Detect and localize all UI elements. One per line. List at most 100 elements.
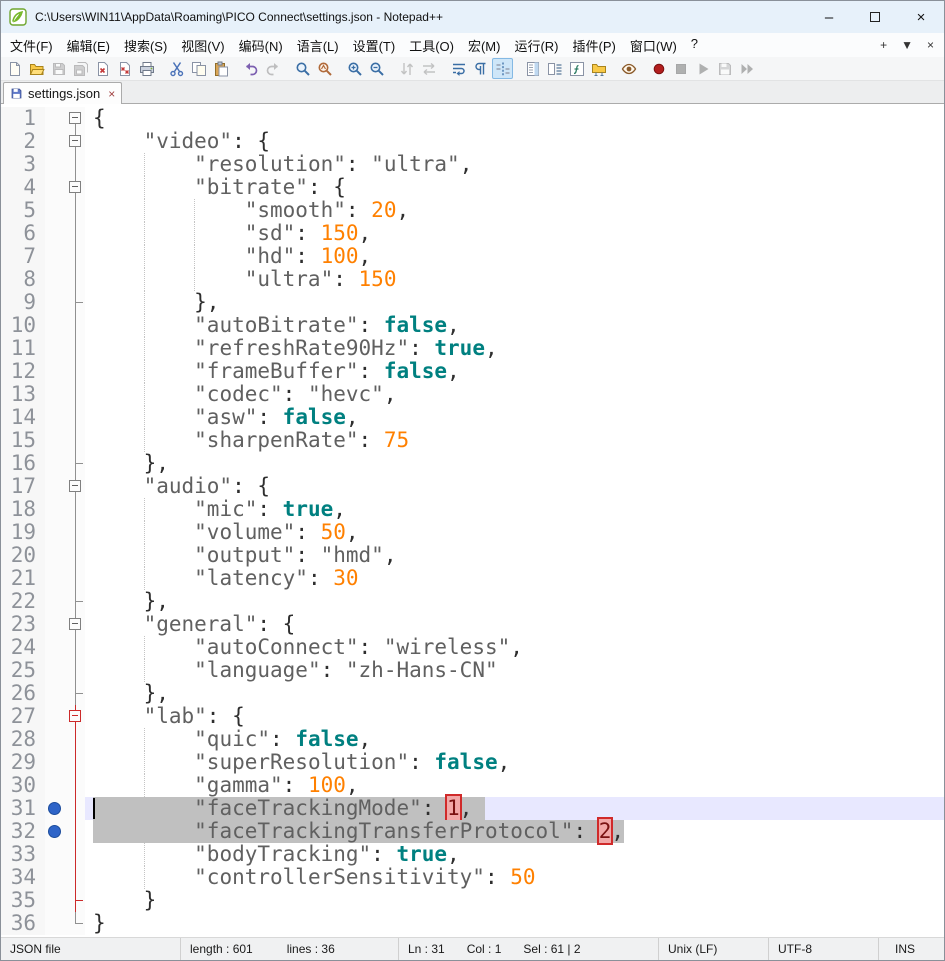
- bookmark-margin[interactable]: [45, 222, 65, 245]
- find-button[interactable]: [292, 58, 313, 79]
- bookmark-margin[interactable]: [45, 153, 65, 176]
- fold-margin[interactable]: [65, 406, 85, 429]
- menu-item-plugins[interactable]: 插件(P): [566, 34, 623, 57]
- fold-collapse-icon[interactable]: [69, 135, 81, 147]
- line-number[interactable]: 5: [1, 199, 45, 222]
- code-text[interactable]: "sharpenRate": 75: [85, 429, 944, 452]
- open-file-button[interactable]: [26, 58, 47, 79]
- fold-margin[interactable]: [65, 452, 85, 475]
- fold-margin[interactable]: [65, 360, 85, 383]
- bookmark-margin[interactable]: [45, 820, 65, 843]
- code-text[interactable]: }: [85, 889, 944, 912]
- code-text[interactable]: "bitrate": {: [85, 176, 944, 199]
- line-number[interactable]: 10: [1, 314, 45, 337]
- line-number[interactable]: 6: [1, 222, 45, 245]
- line-number[interactable]: 24: [1, 636, 45, 659]
- print-button[interactable]: [136, 58, 157, 79]
- fold-margin[interactable]: [65, 728, 85, 751]
- fold-margin[interactable]: [65, 383, 85, 406]
- bookmark-margin[interactable]: [45, 889, 65, 912]
- code-text[interactable]: "superResolution": false,: [85, 751, 944, 774]
- menu-item-window[interactable]: 窗口(W): [623, 34, 684, 57]
- bookmark-margin[interactable]: [45, 291, 65, 314]
- status-encoding[interactable]: UTF-8: [769, 938, 879, 960]
- bookmark-margin[interactable]: [45, 751, 65, 774]
- line-number[interactable]: 23: [1, 613, 45, 636]
- code-text[interactable]: "controllerSensitivity": 50: [85, 866, 944, 889]
- menu-item-run[interactable]: 运行(R): [507, 34, 565, 57]
- bookmark-margin[interactable]: [45, 383, 65, 406]
- bookmark-margin[interactable]: [45, 107, 65, 130]
- bookmark-margin[interactable]: [45, 498, 65, 521]
- code-text[interactable]: "output": "hmd",: [85, 544, 944, 567]
- line-number[interactable]: 28: [1, 728, 45, 751]
- zoom-out-button[interactable]: [366, 58, 387, 79]
- show-all-characters-button[interactable]: [470, 58, 491, 79]
- zoom-in-button[interactable]: [344, 58, 365, 79]
- fold-margin[interactable]: [65, 912, 85, 935]
- code-text[interactable]: "volume": 50,: [85, 521, 944, 544]
- status-eol-format[interactable]: Unix (LF): [659, 938, 769, 960]
- bookmark-margin[interactable]: [45, 705, 65, 728]
- fold-margin[interactable]: [65, 268, 85, 291]
- bookmark-margin[interactable]: [45, 774, 65, 797]
- line-number[interactable]: 21: [1, 567, 45, 590]
- fold-margin[interactable]: [65, 245, 85, 268]
- line-number[interactable]: 4: [1, 176, 45, 199]
- run-macro-multiple-button[interactable]: [736, 58, 757, 79]
- tab-new-button[interactable]: +: [880, 38, 887, 52]
- fold-collapse-icon[interactable]: [69, 618, 81, 630]
- redo-button[interactable]: [262, 58, 283, 79]
- save-all-button[interactable]: [70, 58, 91, 79]
- cut-button[interactable]: [166, 58, 187, 79]
- code-text[interactable]: "hd": 100,: [85, 245, 944, 268]
- line-number[interactable]: 22: [1, 590, 45, 613]
- code-text[interactable]: "resolution": "ultra",: [85, 153, 944, 176]
- line-number[interactable]: 15: [1, 429, 45, 452]
- fold-margin[interactable]: [65, 337, 85, 360]
- fold-margin[interactable]: [65, 199, 85, 222]
- line-number[interactable]: 18: [1, 498, 45, 521]
- minimize-button[interactable]: –: [806, 1, 852, 33]
- menu-item-language[interactable]: 语言(L): [290, 34, 346, 57]
- bookmark-margin[interactable]: [45, 659, 65, 682]
- fold-margin[interactable]: [65, 498, 85, 521]
- fold-margin[interactable]: [65, 567, 85, 590]
- line-number[interactable]: 29: [1, 751, 45, 774]
- fold-margin[interactable]: [65, 843, 85, 866]
- line-number[interactable]: 20: [1, 544, 45, 567]
- fold-collapse-icon[interactable]: [69, 181, 81, 193]
- code-text[interactable]: },: [85, 590, 944, 613]
- line-number[interactable]: 11: [1, 337, 45, 360]
- bookmark-margin[interactable]: [45, 797, 65, 820]
- monitoring-button[interactable]: [618, 58, 639, 79]
- code-text[interactable]: },: [85, 682, 944, 705]
- save-file-button[interactable]: [48, 58, 69, 79]
- fold-margin[interactable]: [65, 889, 85, 912]
- menu-item-tools[interactable]: 工具(O): [402, 34, 461, 57]
- indent-guide-button[interactable]: [492, 58, 513, 79]
- fold-collapse-icon[interactable]: [69, 480, 81, 492]
- line-number[interactable]: 14: [1, 406, 45, 429]
- fold-margin[interactable]: [65, 314, 85, 337]
- line-number[interactable]: 1: [1, 107, 45, 130]
- bookmark-margin[interactable]: [45, 452, 65, 475]
- line-number[interactable]: 30: [1, 774, 45, 797]
- line-number[interactable]: 36: [1, 912, 45, 935]
- fold-margin[interactable]: [65, 590, 85, 613]
- code-text[interactable]: "smooth": 20,: [85, 199, 944, 222]
- fold-margin[interactable]: [65, 521, 85, 544]
- bookmark-margin[interactable]: [45, 590, 65, 613]
- maximize-button[interactable]: [852, 1, 898, 33]
- fold-margin[interactable]: [65, 130, 85, 153]
- code-text[interactable]: "language": "zh-Hans-CN": [85, 659, 944, 682]
- code-text[interactable]: "lab": {: [85, 705, 944, 728]
- bookmark-margin[interactable]: [45, 406, 65, 429]
- status-insert-mode[interactable]: INS: [879, 938, 944, 960]
- bookmark-margin[interactable]: [45, 567, 65, 590]
- menu-item-search[interactable]: 搜索(S): [117, 34, 174, 57]
- close-button[interactable]: ×: [898, 1, 944, 33]
- fold-margin[interactable]: [65, 429, 85, 452]
- sync-vertical-button[interactable]: [396, 58, 417, 79]
- code-text[interactable]: "asw": false,: [85, 406, 944, 429]
